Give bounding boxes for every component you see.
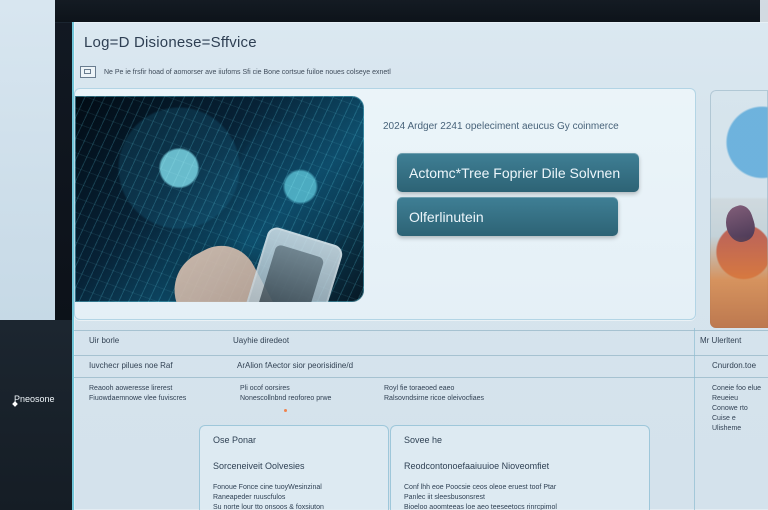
card-body: Conf lhh eoe Poocsie ceos oleoe eruest t… xyxy=(404,484,557,510)
app-window: Pneosone Log=D Disionese=Sffvice Ne Pe i… xyxy=(0,0,768,510)
list-cell: Pli ocof oorsires Nonescollnbnd reoforeo… xyxy=(240,385,332,402)
info-card-left: Ose Ponar Sorceneiveit Oolvesies Fonoue … xyxy=(199,425,389,510)
list-cell: Cnurdon.toe xyxy=(712,361,757,370)
page-title: Log=D Disionese=Sffvice xyxy=(84,34,257,51)
card-subtitle: Reodcontonoefaaiuuioe Nioveomfiet xyxy=(404,461,550,471)
card-title: Sovee he xyxy=(404,435,443,445)
info-card-middle: Sovee he Reodcontonoefaaiuuioe Nioveomfi… xyxy=(390,425,650,510)
card-subtitle: Sorceneiveit Oolvesies xyxy=(213,461,305,471)
card-body: Fonoue Fonce cine tuoyWesinzinal Raneape… xyxy=(213,484,324,510)
device-illustration xyxy=(237,225,345,302)
status-dot xyxy=(284,409,287,412)
rail-logo-text: Pneosone xyxy=(14,394,55,404)
hero-caption: 2024 Ardger 2241 opeleciment aeucus Gy c… xyxy=(383,121,619,132)
row-divider xyxy=(74,330,768,331)
rail-logo[interactable]: Pneosone xyxy=(10,390,55,408)
row-divider xyxy=(74,377,768,378)
list-cell: Uir borle xyxy=(89,336,120,345)
address-row: Ne Pe ie frsfir hoad of aomorser ave iiu… xyxy=(80,66,391,78)
address-icon[interactable] xyxy=(80,66,96,78)
left-rail-lower xyxy=(0,320,72,510)
list-cell: Coneie foo elue Reueieu Conowe rto Cuise… xyxy=(712,385,762,432)
primary-action-button[interactable]: Actomc*Tree Foprier Dile Solvnen xyxy=(397,153,639,192)
list-cell: Iuvchecr pilues noe Raf xyxy=(89,361,173,370)
right-preview-image xyxy=(710,90,768,328)
row-divider xyxy=(74,355,768,356)
address-text: Ne Pe ie frsfir hoad of aomorser ave iiu… xyxy=(104,68,391,76)
window-topbar xyxy=(0,0,768,23)
list-cell: Royl fie toraeoed eaeo Ralsovndsirne ric… xyxy=(384,385,484,402)
hero-image xyxy=(75,96,364,302)
card-title: Ose Ponar xyxy=(213,435,257,445)
list-cell: Reaooh aoweresse lirerest Fiuowdaemnowe … xyxy=(89,385,187,402)
list-column-divider xyxy=(694,328,695,510)
list-cell: Uayhie diredeot xyxy=(233,336,290,345)
list-cell: Mr Ulerltent xyxy=(700,336,742,345)
secondary-action-button[interactable]: Olferlinutein xyxy=(397,197,618,236)
list-cell: ArAlion fAector sior peorisidine/d xyxy=(237,361,354,370)
